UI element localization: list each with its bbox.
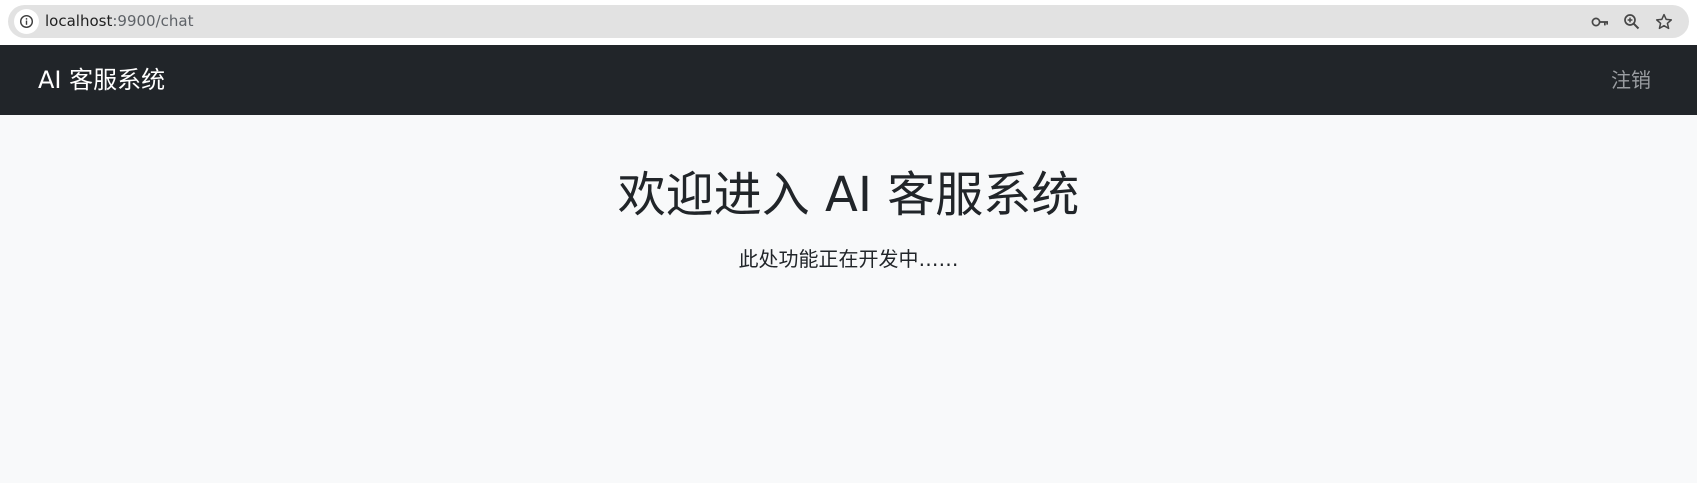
info-icon[interactable] — [14, 9, 39, 34]
logout-link[interactable]: 注销 — [1611, 45, 1651, 115]
key-icon[interactable] — [1589, 11, 1611, 33]
address-bar-actions — [1589, 5, 1675, 38]
browser-chrome: localhost:9900/chat — [0, 0, 1697, 45]
url-path: :9900/chat — [112, 12, 194, 30]
address-bar[interactable]: localhost:9900/chat — [8, 5, 1689, 38]
url-text[interactable]: localhost:9900/chat — [45, 5, 193, 38]
page-title: 欢迎进入 AI 客服系统 — [617, 167, 1080, 223]
page-subtitle: 此处功能正在开发中…… — [738, 247, 959, 271]
url-host: localhost — [45, 12, 113, 30]
brand-link[interactable]: AI 客服系统 — [38, 45, 165, 115]
star-icon[interactable] — [1653, 11, 1675, 33]
main-content: 欢迎进入 AI 客服系统 此处功能正在开发中…… — [0, 115, 1697, 483]
zoom-icon[interactable] — [1621, 11, 1643, 33]
navbar: AI 客服系统 注销 — [0, 45, 1697, 115]
